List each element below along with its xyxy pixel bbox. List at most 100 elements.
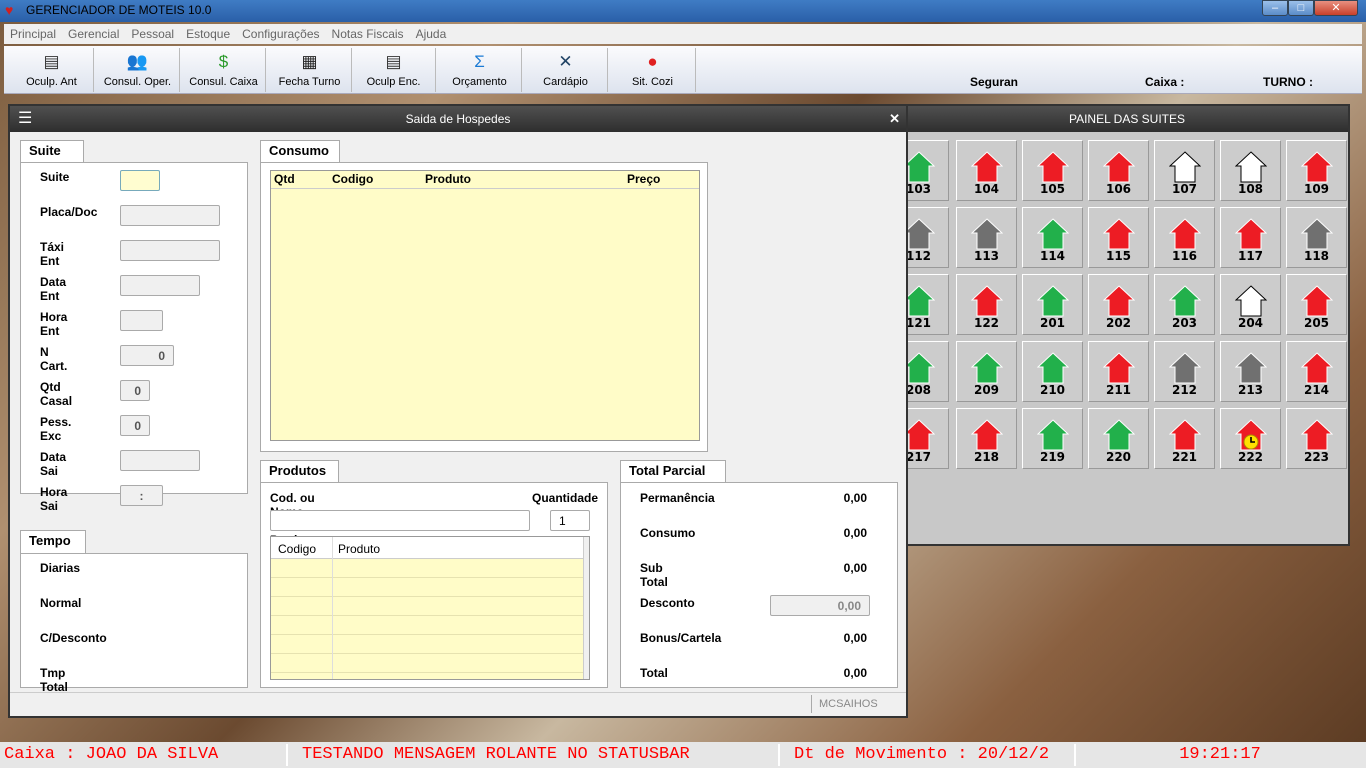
toolbar-button-or-amento[interactable]: Σ Orçamento <box>438 48 522 92</box>
toolbar-button-label: Oculp. Ant <box>26 76 77 88</box>
house-icon <box>1102 151 1135 183</box>
toolbar-button-oculp-enc-[interactable]: ▤ Oculp Enc. <box>352 48 436 92</box>
suite-113[interactable]: 113 <box>956 207 1017 268</box>
quantidade-input[interactable]: 1 <box>550 510 590 531</box>
suite-number: 118 <box>1303 249 1330 263</box>
produto-input[interactable] <box>270 510 530 531</box>
consumo-col-header[interactable]: Qtd <box>274 172 295 186</box>
suite-211[interactable]: 211 <box>1088 341 1149 402</box>
suite-221[interactable]: 221 <box>1154 408 1215 469</box>
suite-106[interactable]: 106 <box>1088 140 1149 201</box>
suite-204[interactable]: 204 <box>1220 274 1281 335</box>
suite-210[interactable]: 210 <box>1022 341 1083 402</box>
suite-214[interactable]: 214 <box>1286 341 1347 402</box>
toolbar-button-consul-caixa[interactable]: $ Consul. Caixa <box>182 48 266 92</box>
field-label: Hora Sai <box>40 485 68 513</box>
suite-223[interactable]: 223 <box>1286 408 1347 469</box>
menu-configuracoes[interactable]: Configurações <box>236 24 325 41</box>
seguran-label: Seguran <box>970 75 1019 89</box>
field-suite-input[interactable] <box>120 170 160 191</box>
tab-tempo[interactable]: Tempo <box>20 530 86 553</box>
consumo-col-header[interactable]: Codigo <box>332 172 373 186</box>
toolbar-button-label: Fecha Turno <box>278 76 341 88</box>
suites-panel-title: PAINEL DAS SUITES <box>906 106 1348 132</box>
suite-118[interactable]: 118 <box>1286 207 1347 268</box>
dialog-close-icon[interactable]: ✕ <box>889 106 900 132</box>
consumo-col-header[interactable]: Preço <box>627 172 660 186</box>
close-button[interactable]: ✕ <box>1314 0 1358 16</box>
suite-205[interactable]: 205 <box>1286 274 1347 335</box>
toolbar-button-card-pio[interactable]: ✕ Cardápio <box>524 48 608 92</box>
heart-icon: ♥ <box>5 2 14 18</box>
field-pess-exc-input[interactable]: 0 <box>120 415 150 436</box>
hamburger-menu-icon[interactable]: ☰ <box>18 106 32 132</box>
suite-212[interactable]: 212 <box>1154 341 1215 402</box>
menu-pessoal[interactable]: Pessoal <box>125 24 180 41</box>
tab-suite[interactable]: Suite <box>20 140 84 163</box>
suite-109[interactable]: 109 <box>1286 140 1347 201</box>
consumo-col-header[interactable]: Produto <box>425 172 471 186</box>
suite-115[interactable]: 115 <box>1088 207 1149 268</box>
toolbar-button-oculp-ant[interactable]: ▤ Oculp. Ant <box>10 48 94 92</box>
suite-108[interactable]: 108 <box>1220 140 1281 201</box>
produtos-col-codigo[interactable]: Codigo <box>278 542 316 556</box>
suite-104[interactable]: 104 <box>956 140 1017 201</box>
menu-estoque[interactable]: Estoque <box>180 24 236 41</box>
suite-number: 210 <box>1039 383 1066 397</box>
toolbar-button-sit-cozi[interactable]: ● Sit. Cozi <box>610 48 696 92</box>
suite-201[interactable]: 201 <box>1022 274 1083 335</box>
suite-122[interactable]: 122 <box>956 274 1017 335</box>
toolbar-button-label: Sit. Cozi <box>632 76 673 88</box>
field-n-cart--input[interactable]: 0 <box>120 345 174 366</box>
toolbar-button-fecha-turno[interactable]: ▦ Fecha Turno <box>268 48 352 92</box>
field-data-sai-input[interactable] <box>120 450 200 471</box>
tab-consumo[interactable]: Consumo <box>260 140 340 163</box>
suite-202[interactable]: 202 <box>1088 274 1149 335</box>
menu-ajuda[interactable]: Ajuda <box>410 24 453 41</box>
tab-produtos[interactable]: Produtos <box>260 460 339 483</box>
suite-203[interactable]: 203 <box>1154 274 1215 335</box>
house-icon <box>1036 419 1069 451</box>
suite-114[interactable]: 114 <box>1022 207 1083 268</box>
tab-total-parcial[interactable]: Total Parcial <box>620 460 726 483</box>
field-hora-sai-input[interactable]: : <box>120 485 163 506</box>
suite-219[interactable]: 219 <box>1022 408 1083 469</box>
suite-220[interactable]: 220 <box>1088 408 1149 469</box>
field-qtd-casal-input[interactable]: 0 <box>120 380 150 401</box>
total-label: Desconto <box>640 596 695 610</box>
menu-notas-fiscais[interactable]: Notas Fiscais <box>326 24 410 41</box>
desconto-input[interactable]: 0,00 <box>770 595 870 616</box>
tempo-label: Normal <box>40 596 82 610</box>
produtos-grid-scrollbar[interactable] <box>583 537 589 679</box>
suite-222[interactable]: 222 <box>1220 408 1281 469</box>
produtos-col-produto[interactable]: Produto <box>338 542 380 556</box>
suite-218[interactable]: 218 <box>956 408 1017 469</box>
menu-principal[interactable]: Principal <box>4 24 62 41</box>
maximize-button[interactable]: □ <box>1288 0 1314 16</box>
sigma-icon: Σ <box>474 52 485 71</box>
suite-107[interactable]: 107 <box>1154 140 1215 201</box>
field-hora-ent-input[interactable] <box>120 310 163 331</box>
suite-116[interactable]: 116 <box>1154 207 1215 268</box>
minimize-button[interactable]: – <box>1262 0 1288 16</box>
menu-book-icon: ✕ <box>558 52 573 71</box>
toolbar-button-label: Cardápio <box>543 76 588 88</box>
column-divider <box>332 537 333 679</box>
total-value: 0,00 <box>843 666 867 680</box>
menu-gerencial[interactable]: Gerencial <box>62 24 125 41</box>
house-icon <box>970 352 1003 384</box>
house-icon <box>1036 352 1069 384</box>
house-icon <box>1300 285 1333 317</box>
house-icon <box>1234 352 1267 384</box>
suite-209[interactable]: 209 <box>956 341 1017 402</box>
field-t-xi-ent-input[interactable] <box>120 240 220 261</box>
tempo-label: Tmp Total <box>40 666 68 694</box>
suite-213[interactable]: 213 <box>1220 341 1281 402</box>
suite-105[interactable]: 105 <box>1022 140 1083 201</box>
field-placa-doc-input[interactable] <box>120 205 220 226</box>
toolbar-button-consul-oper-[interactable]: 👥 Consul. Oper. <box>96 48 180 92</box>
field-label: N Cart. <box>40 345 68 373</box>
field-data-ent-input[interactable] <box>120 275 200 296</box>
suite-117[interactable]: 117 <box>1220 207 1281 268</box>
status-message: TESTANDO MENSAGEM ROLANTE NO STATUSBAR <box>298 744 780 766</box>
